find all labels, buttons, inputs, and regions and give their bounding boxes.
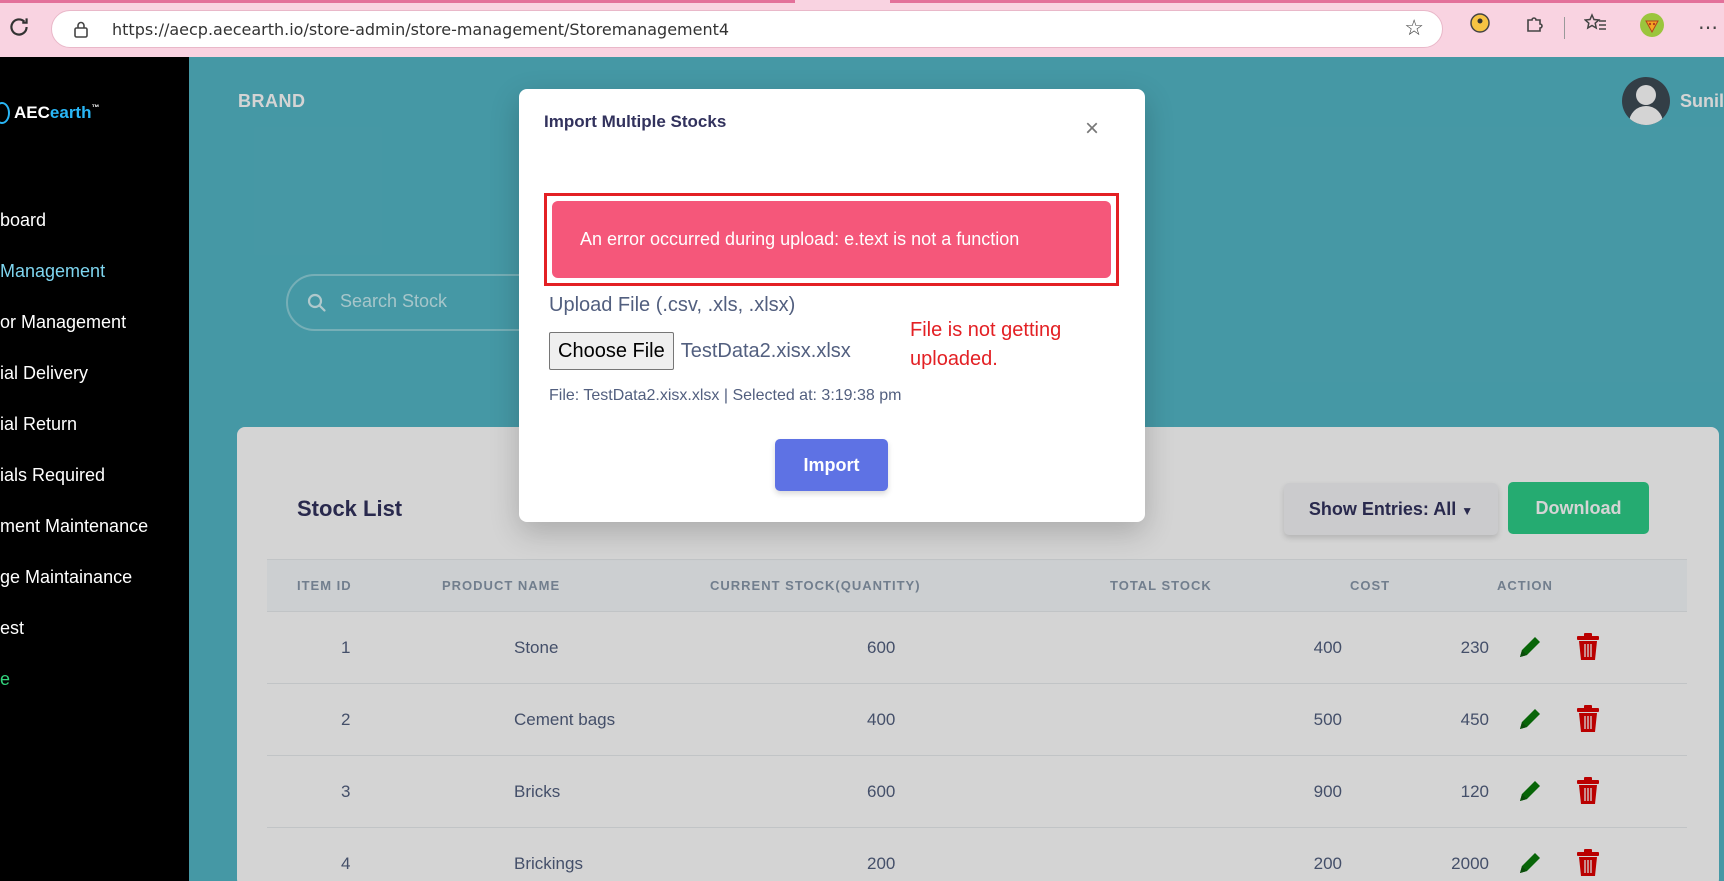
error-highlight-frame: An error occurred during upload: e.text …: [544, 193, 1119, 286]
sidebar-item-material-delivery[interactable]: ial Delivery: [0, 363, 88, 384]
toolbar-separator: [1564, 17, 1565, 39]
lock-icon[interactable]: [72, 20, 90, 38]
tab-strip-edge: [0, 0, 795, 3]
reload-icon[interactable]: [4, 14, 34, 44]
sidebar-item-store-management[interactable]: Management: [0, 261, 105, 282]
url-text[interactable]: https://aecp.aecearth.io/store-admin/sto…: [112, 20, 729, 39]
sidebar-item-dashboard[interactable]: board: [0, 210, 46, 231]
selected-file-name: TestData2.xisx.xlsx: [680, 339, 851, 362]
sidebar-item-last[interactable]: e: [0, 669, 10, 690]
address-bar[interactable]: https://aecp.aecearth.io/store-admin/sto…: [51, 10, 1443, 48]
favorites-icon[interactable]: [1580, 12, 1612, 44]
upload-file-label: Upload File (.csv, .xls, .xlsx): [549, 294, 796, 316]
sidebar-item-vendor-management[interactable]: or Management: [0, 312, 126, 333]
annotation-note: File is not getting uploaded.: [910, 319, 1062, 370]
logo-tm: ™: [91, 103, 100, 112]
extensions-puzzle-icon[interactable]: [1519, 12, 1551, 44]
modal-title: Import Multiple Stocks: [544, 112, 727, 131]
more-options-icon[interactable]: ⋯: [1692, 12, 1724, 44]
import-button[interactable]: Import: [775, 439, 888, 491]
logo-prefix: AEC: [14, 103, 50, 122]
sidebar: AECearth™ board Management or Management…: [0, 57, 189, 881]
sidebar-item-request[interactable]: est: [0, 618, 24, 639]
sidebar-item-materials-required[interactable]: ials Required: [0, 465, 105, 486]
file-selection-info: File: TestData2.xisx.xlsx | Selected at:…: [549, 387, 902, 404]
app-logo[interactable]: AECearth™: [0, 102, 99, 124]
browser-toolbar: https://aecp.aecearth.io/store-admin/sto…: [0, 0, 1724, 57]
profile-avatar-icon[interactable]: [1636, 12, 1668, 44]
tab-strip-edge: [890, 0, 1724, 3]
close-icon[interactable]: ×: [1085, 117, 1099, 141]
choose-file-button[interactable]: Choose File: [549, 332, 674, 370]
sidebar-item-storage-maintainance[interactable]: ge Maintainance: [0, 567, 132, 588]
extension-icon[interactable]: [1464, 12, 1496, 44]
error-alert: An error occurred during upload: e.text …: [552, 201, 1111, 278]
logo-suffix: earth: [49, 103, 92, 122]
file-input[interactable]: Choose File TestData2.xisx.xlsx: [549, 332, 851, 370]
import-stocks-modal: Import Multiple Stocks × An error occurr…: [519, 89, 1145, 522]
sidebar-item-material-return[interactable]: ial Return: [0, 414, 77, 435]
favorite-star-icon[interactable]: ☆: [1404, 15, 1424, 41]
sidebar-item-equipment-maintenance[interactable]: ment Maintenance: [0, 516, 148, 537]
globe-icon: [0, 102, 10, 124]
